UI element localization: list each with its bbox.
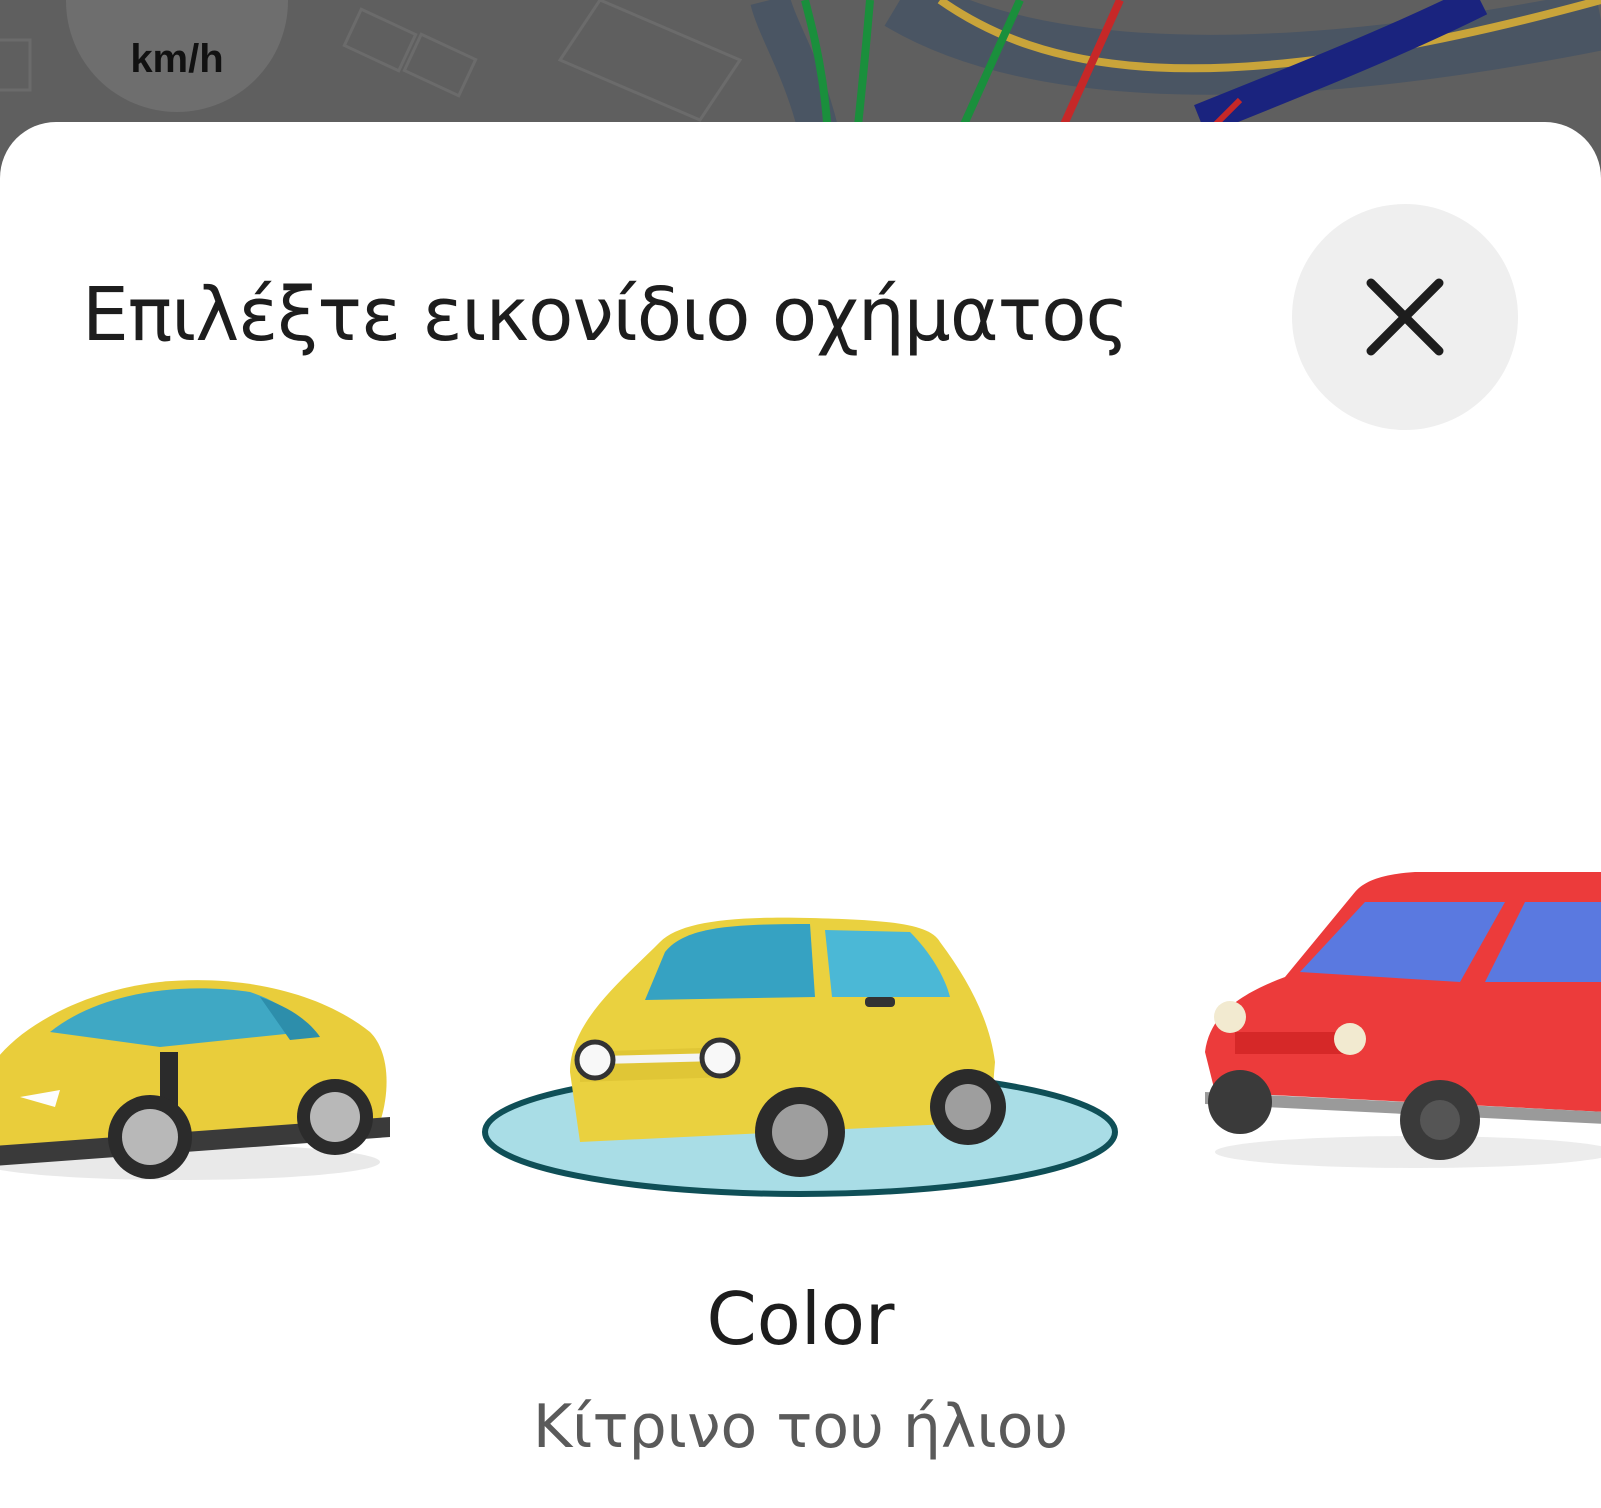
vehicle-option-hatchback-car[interactable] <box>1205 862 1601 1182</box>
vehicle-carousel[interactable] <box>0 742 1601 1202</box>
compact-car-icon <box>482 917 1118 1197</box>
sports-car-icon <box>0 980 390 1180</box>
vehicle-name: Color <box>706 1277 895 1361</box>
close-button[interactable] <box>1292 204 1518 430</box>
sheet-title: Επιλέξτε εικονίδιο οχήματος <box>82 272 1129 358</box>
vehicle-option-compact-car[interactable] <box>470 902 1130 1202</box>
speed-unit-label: km/h <box>130 37 224 81</box>
close-icon <box>1366 278 1444 356</box>
vehicle-icon-sheet: Επιλέξτε εικονίδιο οχήματος Color Κίτριν… <box>0 122 1601 1508</box>
vehicle-color-label: Κίτρινο του ήλιου <box>532 1392 1069 1462</box>
hatchback-car-icon <box>1205 872 1601 1168</box>
vehicle-option-sports-car[interactable] <box>0 922 400 1192</box>
